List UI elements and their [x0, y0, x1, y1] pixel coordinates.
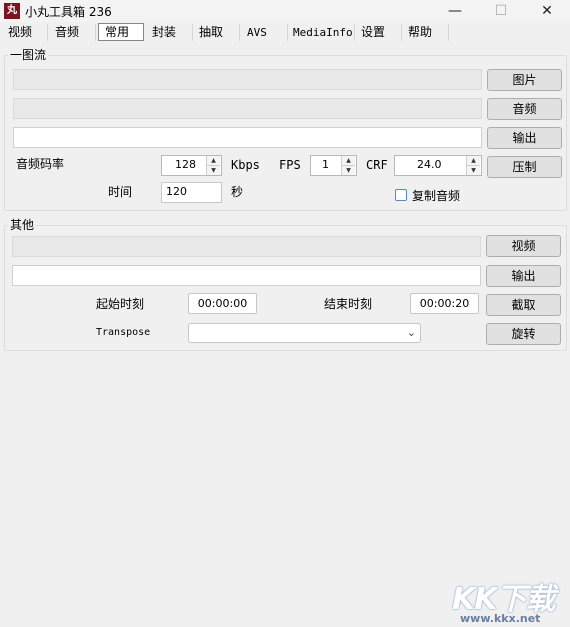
maximize-button[interactable]: ☐ [478, 0, 524, 22]
tab-settings[interactable]: 设置 [355, 24, 402, 41]
increment-arrow-icon[interactable]: ▲ [467, 156, 480, 166]
increment-arrow-icon[interactable]: ▲ [342, 156, 355, 166]
group-single-image-title: 一图流 [8, 48, 49, 62]
seconds-label: 秒 [231, 185, 244, 199]
fps-value: 1 [322, 158, 329, 171]
other-output-button[interactable]: 输出 [486, 265, 561, 287]
output-path-field[interactable] [13, 127, 482, 148]
tab-help[interactable]: 帮助 [402, 24, 449, 41]
transpose-label: Transpose [96, 327, 151, 338]
fps-label: FPS [279, 158, 301, 172]
audio-bitrate-label: 音频码率 [16, 157, 65, 171]
end-time-label: 结束时刻 [324, 297, 373, 311]
chevron-down-icon: ⌄ [406, 326, 416, 339]
close-button[interactable]: ✕ [524, 0, 570, 22]
transpose-dropdown[interactable]: ⌄ [188, 323, 421, 343]
start-time-label: 起始时刻 [96, 297, 145, 311]
audio-button[interactable]: 音频 [487, 98, 562, 120]
increment-arrow-icon[interactable]: ▲ [207, 156, 220, 166]
time-value: 120 [166, 185, 187, 198]
tab-extract[interactable]: 抽取 [193, 24, 240, 41]
decrement-arrow-icon[interactable]: ▼ [342, 166, 355, 175]
tab-avs[interactable]: AVS [241, 24, 288, 41]
copy-audio-checkbox[interactable] [395, 189, 407, 201]
time-input[interactable]: 120 [161, 182, 222, 203]
start-time-input[interactable]: 00:00:00 [188, 293, 257, 314]
end-time-input[interactable]: 00:00:20 [410, 293, 479, 314]
app-icon: 丸 [4, 3, 20, 19]
video-path-field[interactable] [12, 236, 481, 257]
watermark-logo: KK下载 www.kkx.net [452, 572, 570, 627]
watermark-url: www.kkx.net [460, 612, 541, 625]
group-other-title: 其他 [8, 218, 37, 232]
crf-label: CRF [366, 158, 388, 172]
crf-stepper[interactable]: 24.0 ▲ ▼ [394, 155, 482, 176]
tab-common[interactable]: 常用 [98, 23, 144, 41]
minimize-button[interactable]: — [432, 0, 478, 22]
window-title: 小丸工具箱 236 [25, 5, 112, 19]
video-button[interactable]: 视频 [486, 235, 561, 257]
kbps-label: Kbps [231, 158, 260, 172]
image-path-field[interactable] [13, 69, 482, 90]
audio-bitrate-stepper[interactable]: 128 ▲ ▼ [161, 155, 222, 176]
tab-audio[interactable]: 音频 [49, 24, 96, 41]
crf-value: 24.0 [417, 158, 442, 171]
audio-bitrate-value: 128 [175, 158, 196, 171]
decrement-arrow-icon[interactable]: ▼ [207, 166, 220, 175]
tab-video[interactable]: 视频 [2, 24, 48, 41]
rotate-button[interactable]: 旋转 [486, 323, 561, 345]
other-output-path-field[interactable] [12, 265, 481, 286]
time-label: 时间 [108, 185, 133, 199]
compress-button[interactable]: 压制 [487, 156, 562, 178]
audio-path-field[interactable] [13, 98, 482, 119]
tab-mux[interactable]: 封装 [146, 24, 193, 41]
output-button[interactable]: 输出 [487, 127, 562, 149]
image-button[interactable]: 图片 [487, 69, 562, 91]
decrement-arrow-icon[interactable]: ▼ [467, 166, 480, 175]
cut-button[interactable]: 截取 [486, 294, 561, 316]
tab-mediainfo[interactable]: MediaInfo [289, 24, 355, 41]
fps-stepper[interactable]: 1 ▲ ▼ [310, 155, 357, 176]
copy-audio-label: 复制音频 [412, 189, 461, 203]
